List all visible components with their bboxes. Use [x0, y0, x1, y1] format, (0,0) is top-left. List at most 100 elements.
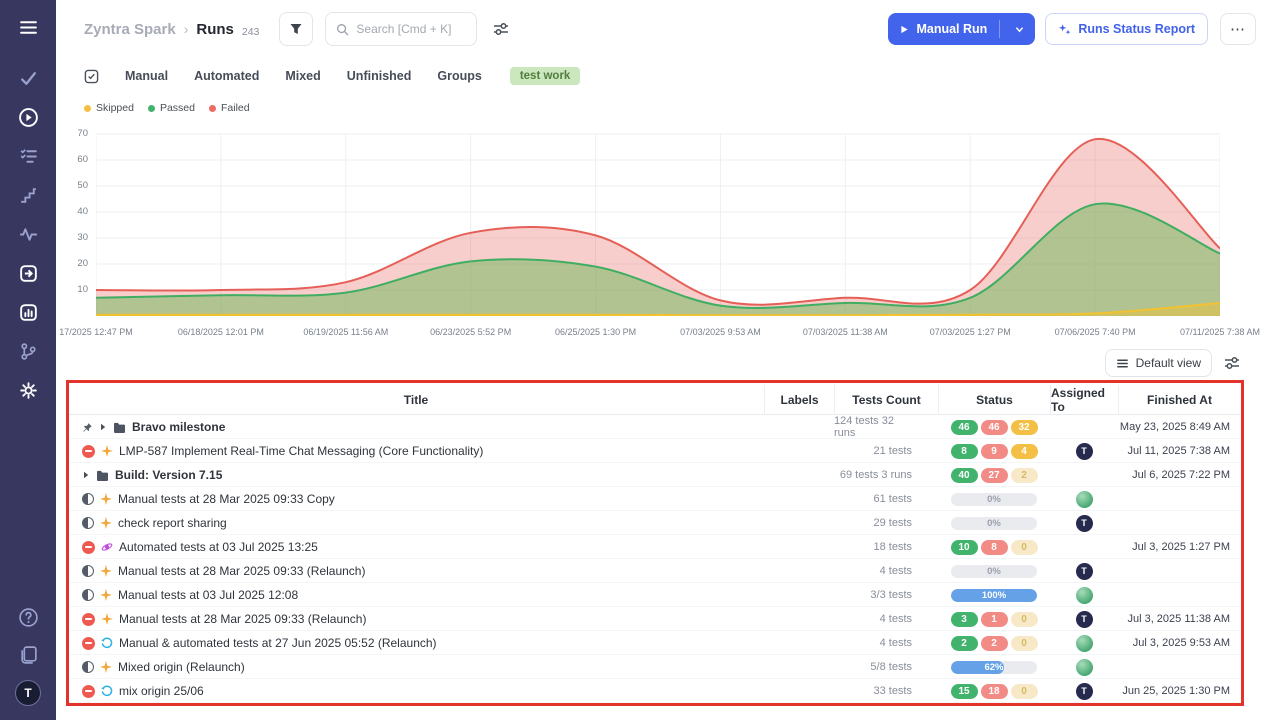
status-cell: 0%	[938, 511, 1050, 535]
title-cell: Manual & automated tests at 27 Jun 2025 …	[68, 631, 764, 655]
labels-cell	[764, 583, 834, 607]
title-cell: Mixed origin (Relaunch)	[68, 655, 764, 679]
status-cell: 894	[938, 439, 1050, 463]
y-tick-label: 70	[77, 128, 88, 139]
breadcrumb: Zyntra Spark › Runs 243	[84, 20, 259, 38]
run-title: Manual tests at 28 Mar 2025 09:33 (Relau…	[119, 612, 366, 626]
finished-at-cell: Jul 3, 2025 11:38 AM	[1118, 607, 1240, 631]
passed-badge: 40	[951, 468, 978, 483]
table-row[interactable]: Manual tests at 03 Jul 2025 12:083/3 tes…	[68, 583, 1240, 607]
column-header-assigned-to[interactable]: Assigned To	[1050, 385, 1118, 415]
imports-icon[interactable]	[17, 262, 39, 284]
legend-passed[interactable]: Passed	[148, 102, 195, 114]
runs-status-report-label: Runs Status Report	[1078, 22, 1195, 36]
assignee-avatar[interactable]	[1076, 659, 1093, 676]
page-title: Runs	[196, 21, 234, 38]
settings-icon[interactable]	[17, 379, 39, 401]
assignee-avatar[interactable]: T	[1076, 611, 1093, 628]
reports-icon[interactable]	[17, 301, 39, 323]
assigned-to-cell	[1050, 583, 1118, 607]
assignee-avatar[interactable]: T	[1076, 683, 1093, 700]
x-tick-label: 07/03/2025 1:27 PM	[915, 327, 1025, 337]
runs-status-report-button[interactable]: Runs Status Report	[1045, 13, 1208, 45]
assignee-avatar[interactable]: T	[1076, 515, 1093, 532]
assignee-avatar[interactable]	[1076, 491, 1093, 508]
table-row[interactable]: Mixed origin (Relaunch)5/8 tests62%	[68, 655, 1240, 679]
help-icon[interactable]	[17, 606, 39, 628]
legend-skipped[interactable]: Skipped	[84, 102, 134, 114]
tab-mixed[interactable]: Mixed	[285, 69, 320, 83]
table-row[interactable]: LMP-587 Implement Real-Time Chat Messagi…	[68, 439, 1240, 463]
table-row[interactable]: Manual tests at 28 Mar 2025 09:33 Copy61…	[68, 487, 1240, 511]
more-button[interactable]: ⋯	[1220, 13, 1256, 45]
test-plans-icon[interactable]	[17, 145, 39, 167]
table-row[interactable]: Automated tests at 03 Jul 2025 13:2518 t…	[68, 535, 1240, 559]
menu-icon[interactable]	[17, 16, 39, 38]
manual-run-button[interactable]: Manual Run	[888, 13, 1035, 45]
expand-caret-icon[interactable]	[82, 471, 90, 479]
automated-icon	[101, 541, 113, 553]
column-header-title[interactable]: Title	[68, 385, 764, 415]
labels-cell	[764, 463, 834, 487]
table-row[interactable]: check report sharing 29 tests0% T	[68, 511, 1240, 535]
run-title: Manual tests at 28 Mar 2025 09:33 Copy	[118, 492, 335, 506]
tests-count-cell: 3/3 tests	[834, 583, 938, 607]
assignee-avatar[interactable]	[1076, 635, 1093, 652]
table-row[interactable]: Manual & automated tests at 27 Jun 2025 …	[68, 631, 1240, 655]
app-root: T Zyntra Spark › Runs 243 Search [Cmd + …	[0, 0, 1280, 720]
milestones-icon[interactable]	[17, 184, 39, 206]
legend-failed[interactable]: Failed	[209, 102, 250, 114]
finished-at-cell	[1118, 559, 1240, 583]
skipped-badge: 2	[1011, 468, 1038, 483]
test-cases-icon[interactable]	[17, 67, 39, 89]
pin-icon[interactable]	[82, 422, 93, 433]
runs-board-icon-tab[interactable]	[84, 69, 99, 84]
progress-bar: 0%	[951, 493, 1037, 506]
breadcrumb-project[interactable]: Zyntra Spark	[84, 21, 176, 38]
table-body: Bravo milestone124 tests 32 runs464632Ma…	[68, 415, 1240, 703]
assignee-avatar[interactable]: T	[1076, 443, 1093, 460]
legend-dot	[148, 105, 155, 112]
tab-unfinished[interactable]: Unfinished	[347, 69, 412, 83]
folder-icon	[96, 470, 109, 481]
column-header-finished-at[interactable]: Finished At	[1118, 385, 1240, 415]
finished-at-cell	[1118, 511, 1240, 535]
run-title: check report sharing	[118, 516, 227, 530]
in-progress-status-icon	[82, 661, 94, 673]
tab-groups[interactable]: Groups	[437, 69, 481, 83]
integrations-icon[interactable]	[17, 340, 39, 362]
table-row[interactable]: Manual tests at 28 Mar 2025 09:33 (Relau…	[68, 559, 1240, 583]
assignee-avatar[interactable]	[1076, 587, 1093, 604]
filter-button[interactable]	[279, 12, 313, 46]
table-row[interactable]: Build: Version 7.1569 tests 3 runs40272J…	[68, 463, 1240, 487]
column-header-status[interactable]: Status	[938, 385, 1050, 415]
failed-status-icon	[82, 637, 95, 650]
tab-automated[interactable]: Automated	[194, 69, 259, 83]
documents-icon[interactable]	[17, 643, 39, 665]
runs-icon[interactable]	[17, 106, 39, 128]
table-row[interactable]: Bravo milestone124 tests 32 runs464632Ma…	[68, 415, 1240, 439]
activity-icon[interactable]	[17, 223, 39, 245]
column-header-tests-count[interactable]: Tests Count	[834, 385, 938, 415]
search-settings-icon[interactable]	[493, 22, 509, 36]
search-input[interactable]: Search [Cmd + K]	[325, 12, 477, 46]
expand-caret-icon[interactable]	[99, 423, 107, 431]
column-header-labels[interactable]: Labels	[764, 385, 834, 415]
chevron-down-icon[interactable]	[1010, 25, 1029, 34]
default-view-button[interactable]: Default view	[1105, 349, 1212, 377]
labels-cell	[764, 535, 834, 559]
play-icon	[900, 25, 909, 34]
default-view-label: Default view	[1136, 356, 1201, 370]
table-settings-icon[interactable]	[1224, 356, 1240, 370]
legend-dot	[84, 105, 91, 112]
table-row[interactable]: mix origin 25/0633 tests15180TJun 25, 20…	[68, 679, 1240, 703]
tag-test-work[interactable]: test work	[510, 67, 581, 85]
user-avatar[interactable]: T	[15, 680, 41, 706]
topbar: Zyntra Spark › Runs 243 Search [Cmd + K]…	[56, 0, 1280, 58]
table-row[interactable]: Manual tests at 28 Mar 2025 09:33 (Relau…	[68, 607, 1240, 631]
run-title: Build: Version 7.15	[115, 468, 222, 482]
tab-manual[interactable]: Manual	[125, 69, 168, 83]
assignee-avatar[interactable]: T	[1076, 563, 1093, 580]
finished-at-cell: May 23, 2025 8:49 AM	[1118, 415, 1240, 439]
tests-count-cell: 29 tests	[834, 511, 938, 535]
